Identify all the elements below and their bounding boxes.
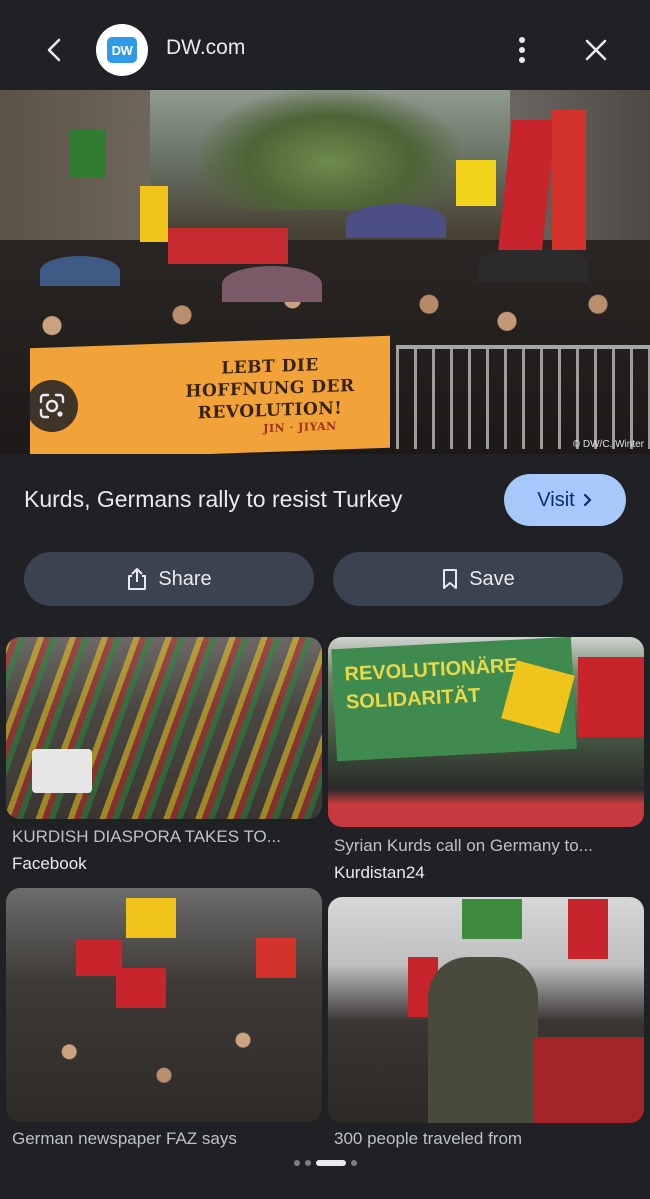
- related-thumbnail: [328, 897, 644, 1123]
- related-result-card[interactable]: KURDISH DIASPORA TAKES TO... Facebook: [6, 637, 322, 877]
- pager-dot[interactable]: [350, 1160, 357, 1166]
- flag: [552, 110, 586, 250]
- van: [32, 749, 92, 793]
- hero-image[interactable]: LEBT DIE HOFFNUNG DER REVOLUTION! JIN · …: [0, 90, 650, 454]
- related-thumbnail: REVOLUTIONÄRE SOLIDARITÄT: [328, 637, 644, 827]
- flag: [568, 899, 608, 959]
- visit-button[interactable]: Visit: [504, 474, 626, 526]
- umbrella: [346, 204, 446, 238]
- back-button[interactable]: [36, 30, 72, 70]
- red-banner: [534, 1037, 644, 1123]
- banner-footer: JIN · JIYAN: [263, 419, 337, 436]
- arrow-back-icon: [47, 38, 61, 62]
- pager-dot[interactable]: [293, 1160, 300, 1166]
- more-vert-icon: [519, 37, 525, 63]
- dw-logo-icon: DW: [107, 37, 137, 63]
- flag: [126, 898, 176, 938]
- google-lens-button[interactable]: [26, 380, 78, 432]
- related-caption: German newspaper FAZ says: [12, 1129, 237, 1148]
- top-bar: DW DW.com: [0, 0, 650, 90]
- site-logo: DW: [96, 24, 148, 76]
- flag: [70, 130, 106, 178]
- close-icon: [585, 39, 607, 61]
- pager-dots: [0, 1156, 650, 1170]
- crowd-barrier: [396, 345, 650, 449]
- masked-fighter: [428, 957, 538, 1123]
- flag: [462, 899, 522, 939]
- flag: [456, 160, 496, 206]
- related-source: Facebook: [12, 854, 87, 873]
- flag: [256, 938, 296, 978]
- photo-credit: © DW/C. Winter: [572, 439, 644, 450]
- related-thumbnail: [6, 888, 322, 1122]
- site-name[interactable]: DW.com: [166, 36, 245, 60]
- related-source: Kurdistan24: [334, 863, 425, 882]
- related-result-card[interactable]: 300 people traveled from: [328, 897, 644, 1156]
- bookmark-icon: [443, 569, 458, 589]
- umbrella: [40, 256, 120, 286]
- related-result-card[interactable]: German newspaper FAZ says: [6, 888, 322, 1156]
- related-caption: KURDISH DIASPORA TAKES TO...: [12, 827, 281, 846]
- related-result-card[interactable]: REVOLUTIONÄRE SOLIDARITÄT Syrian Kurds c…: [328, 637, 644, 887]
- google-lens-icon: [39, 393, 65, 419]
- save-button[interactable]: Save: [333, 552, 623, 606]
- related-caption: 300 people traveled from: [334, 1129, 523, 1148]
- trees: [200, 90, 460, 210]
- share-button[interactable]: Share: [24, 552, 314, 606]
- pager-dot[interactable]: [304, 1160, 311, 1166]
- protest-banner: LEBT DIE HOFFNUNG DER REVOLUTION! JIN · …: [30, 335, 390, 454]
- share-label: Share: [158, 567, 212, 590]
- umbrella: [478, 246, 588, 282]
- save-label: Save: [469, 567, 515, 590]
- flag: [116, 968, 166, 1008]
- pager-dot-active[interactable]: [315, 1160, 346, 1166]
- chevron-right-icon: [583, 493, 591, 507]
- result-title: Kurds, Germans rally to resist Turkey: [24, 486, 403, 512]
- flag: [140, 186, 168, 242]
- related-caption: Syrian Kurds call on Germany to...: [334, 836, 593, 855]
- more-options-button[interactable]: [506, 30, 538, 70]
- visit-label: Visit: [537, 488, 575, 511]
- umbrella: [222, 266, 322, 302]
- close-button[interactable]: [576, 30, 616, 70]
- flag: [578, 657, 644, 737]
- flag: [168, 228, 288, 264]
- related-thumbnail: [6, 637, 322, 819]
- share-icon: [128, 568, 147, 590]
